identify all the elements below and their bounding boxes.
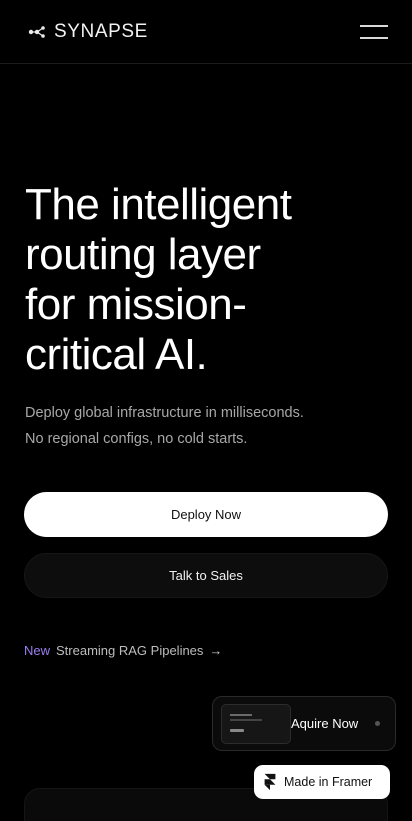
hero-subtitle-line-2: No regional configs, no cold starts. [25, 431, 248, 447]
announcement-text: Streaming RAG Pipelines [56, 642, 204, 658]
thumbnail-line [230, 729, 244, 732]
new-badge: New [24, 642, 51, 658]
hero-title-line-4: critical AI. [25, 330, 208, 379]
framer-logo-icon [264, 773, 276, 791]
talk-to-sales-button[interactable]: Talk to Sales [24, 553, 388, 598]
hero-subtitle-line-1: Deploy global infrastructure in millisec… [25, 405, 304, 421]
menu-bar-bottom [360, 37, 388, 39]
acquire-now-label: Aquire Now [291, 716, 359, 731]
top-nav: SYNAPSE [0, 0, 412, 64]
dot-icon [375, 721, 380, 726]
menu-bar-top [360, 25, 388, 27]
thumbnail-line [230, 719, 262, 721]
page: SYNAPSE The intelligent routing layer fo… [0, 0, 412, 821]
made-in-framer-badge[interactable]: Made in Framer [254, 765, 390, 799]
thumbnail-line [230, 714, 252, 716]
hero-title-line-1: The intelligent [25, 180, 292, 229]
hero-title: The intelligent routing layer for missio… [25, 180, 395, 380]
template-preview-thumbnail [221, 704, 291, 744]
made-in-framer-label: Made in Framer [284, 775, 373, 789]
acquire-now-card[interactable]: Aquire Now [212, 696, 396, 751]
hamburger-menu-icon[interactable] [358, 22, 390, 42]
arrow-right-icon: → [209, 642, 223, 658]
hero-title-line-2: routing layer [25, 230, 261, 279]
brand-name: SYNAPSE [54, 21, 148, 42]
deploy-now-button[interactable]: Deploy Now [24, 492, 388, 537]
hero-title-line-3: for mission- [25, 280, 247, 329]
announcement-link[interactable]: New Streaming RAG Pipelines → [24, 640, 222, 660]
hero-subtitle: Deploy global infrastructure in millisec… [25, 400, 395, 452]
synapse-logo-icon [28, 26, 45, 38]
brand-logo[interactable]: SYNAPSE [28, 20, 148, 44]
